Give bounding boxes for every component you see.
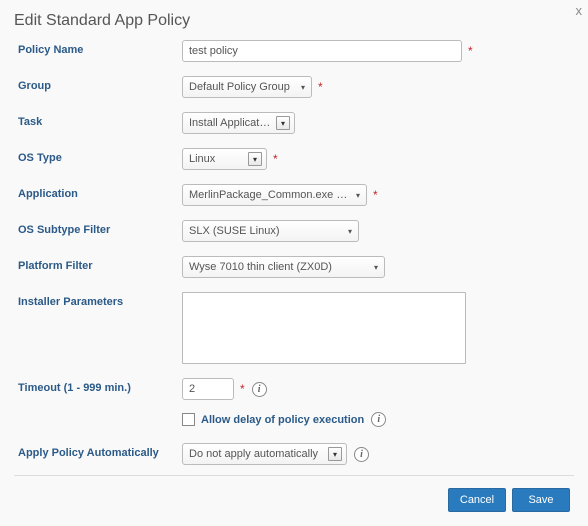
row-policy-name: Policy Name * <box>18 40 574 62</box>
label-platform: Platform Filter <box>18 256 182 272</box>
chevron-down-icon: ▾ <box>346 227 354 236</box>
required-mark: * <box>318 80 323 94</box>
application-select[interactable]: MerlinPackage_Common.exe (Loc ▾ <box>182 184 367 206</box>
application-select-value: MerlinPackage_Common.exe (Loc <box>189 189 354 201</box>
chevron-down-icon: ▾ <box>328 447 342 461</box>
required-mark: * <box>468 44 473 58</box>
group-select-value: Default Policy Group <box>189 81 299 93</box>
apply-auto-select-value: Do not apply automatically <box>189 448 328 460</box>
chevron-down-icon: ▾ <box>248 152 262 166</box>
row-platform: Platform Filter Wyse 7010 thin client (Z… <box>18 256 574 278</box>
label-os-subtype: OS Subtype Filter <box>18 220 182 236</box>
cancel-button[interactable]: Cancel <box>448 488 506 512</box>
row-task: Task Install Application ▾ <box>18 112 574 134</box>
installer-params-input[interactable] <box>182 292 466 364</box>
task-select-value: Install Application <box>189 117 276 129</box>
required-mark: * <box>373 188 378 202</box>
required-mark: * <box>273 152 278 166</box>
info-icon[interactable]: i <box>252 382 267 397</box>
row-os-subtype: OS Subtype Filter SLX (SUSE Linux) ▾ <box>18 220 574 242</box>
task-select[interactable]: Install Application ▾ <box>182 112 295 134</box>
label-installer-params: Installer Parameters <box>18 292 182 308</box>
info-icon[interactable]: i <box>371 412 386 427</box>
dialog: x Edit Standard App Policy Policy Name *… <box>0 0 588 526</box>
label-policy-name: Policy Name <box>18 40 182 56</box>
chevron-down-icon: ▾ <box>299 83 307 92</box>
info-icon[interactable]: i <box>354 447 369 462</box>
apply-auto-select[interactable]: Do not apply automatically ▾ <box>182 443 347 465</box>
label-apply-auto: Apply Policy Automatically <box>18 443 182 459</box>
allow-delay-checkbox[interactable] <box>182 413 195 426</box>
os-type-select[interactable]: Linux ▾ <box>182 148 267 170</box>
row-os-type: OS Type Linux ▾ * <box>18 148 574 170</box>
row-apply-auto: Apply Policy Automatically Do not apply … <box>18 443 574 465</box>
close-icon[interactable]: x <box>576 3 583 18</box>
row-installer-params: Installer Parameters <box>18 292 574 364</box>
platform-select-value: Wyse 7010 thin client (ZX0D) <box>189 261 372 273</box>
platform-select[interactable]: Wyse 7010 thin client (ZX0D) ▾ <box>182 256 385 278</box>
label-os-type: OS Type <box>18 148 182 164</box>
label-allow-delay: Allow delay of policy execution <box>201 414 364 426</box>
form: Policy Name * Group Default Policy Group… <box>14 40 574 465</box>
dialog-title: Edit Standard App Policy <box>14 8 574 40</box>
chevron-down-icon: ▾ <box>372 263 380 272</box>
chevron-down-icon: ▾ <box>276 116 290 130</box>
required-mark: * <box>240 382 245 396</box>
timeout-input[interactable] <box>182 378 234 400</box>
row-group: Group Default Policy Group ▾ * <box>18 76 574 98</box>
label-task: Task <box>18 112 182 128</box>
os-subtype-select[interactable]: SLX (SUSE Linux) ▾ <box>182 220 359 242</box>
os-type-select-value: Linux <box>189 153 248 165</box>
row-application: Application MerlinPackage_Common.exe (Lo… <box>18 184 574 206</box>
group-select[interactable]: Default Policy Group ▾ <box>182 76 312 98</box>
row-timeout: Timeout (1 - 999 min.) * i <box>18 378 574 400</box>
save-button[interactable]: Save <box>512 488 570 512</box>
label-application: Application <box>18 184 182 200</box>
label-group: Group <box>18 76 182 92</box>
row-allow-delay: Allow delay of policy execution i <box>182 412 574 427</box>
chevron-down-icon: ▾ <box>354 191 362 200</box>
footer: Cancel Save <box>14 476 574 516</box>
policy-name-input[interactable] <box>182 40 462 62</box>
os-subtype-select-value: SLX (SUSE Linux) <box>189 225 346 237</box>
label-timeout: Timeout (1 - 999 min.) <box>18 378 182 394</box>
